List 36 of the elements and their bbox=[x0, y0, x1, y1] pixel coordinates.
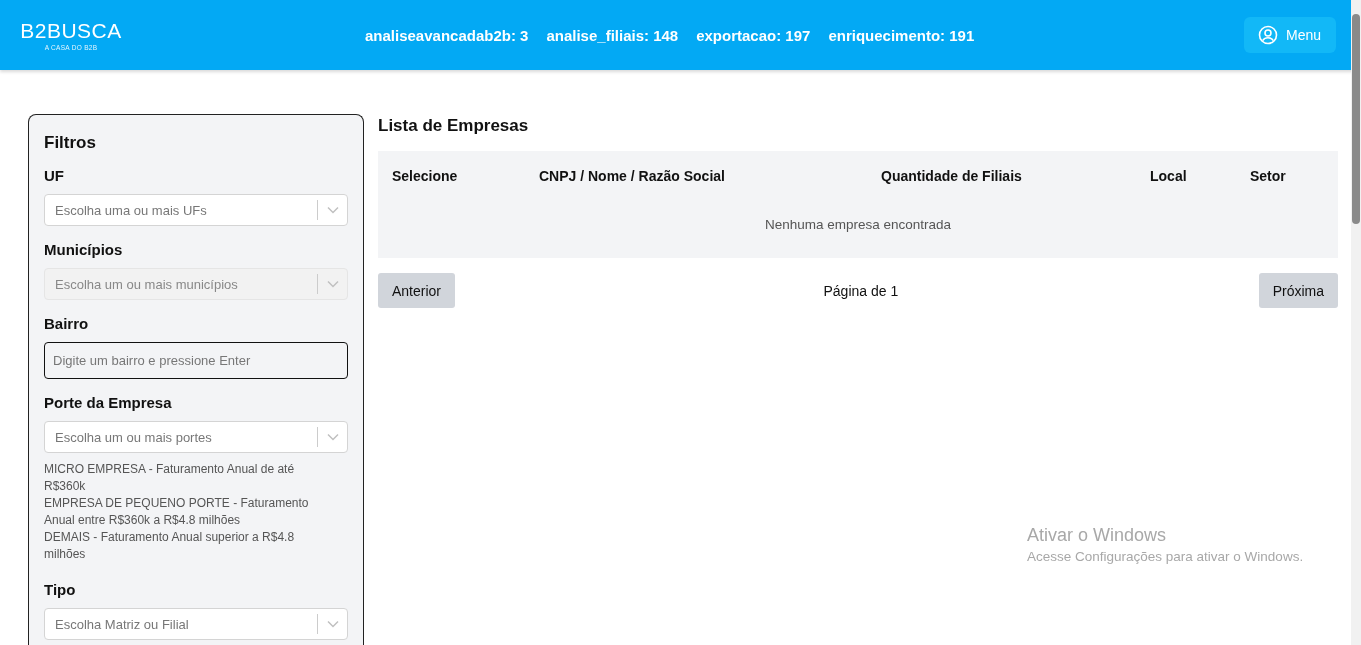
usage-counter: exportacao: 197 bbox=[696, 26, 811, 44]
usage-counter: enriquecimento: 191 bbox=[828, 26, 975, 44]
note-text: MICRO EMPRESA - Faturamento Anual de até R$360k bbox=[44, 461, 296, 495]
input-field[interactable]: Digite um bairro e pressione Enter bbox=[44, 342, 348, 379]
next-button[interactable]: Próxima bbox=[1258, 273, 1338, 308]
usage-counter: analise_filiais: 148 bbox=[546, 26, 679, 44]
select-field[interactable]: Escolha uma ou mais UFs bbox=[44, 194, 348, 226]
column-header: Quantidade de Filiais bbox=[881, 167, 1022, 185]
field-label: Bairro bbox=[44, 315, 90, 332]
page-label: Página de 1 bbox=[823, 282, 899, 299]
select-field[interactable]: Escolha um ou mais portes bbox=[44, 421, 348, 453]
select-field[interactable]: Escolha Matriz ou Filial bbox=[44, 608, 348, 640]
column-header: Selecione bbox=[392, 167, 458, 185]
logo: B2BUSCA bbox=[20, 19, 122, 42]
field-label: Porte da Empresa bbox=[44, 394, 173, 411]
empty-message: Nenhuma empresa encontrada bbox=[763, 217, 953, 232]
column-header: CNPJ / Nome / Razão Social bbox=[539, 167, 725, 185]
column-header: Local bbox=[1150, 167, 1187, 185]
chevron-down-icon bbox=[327, 433, 339, 441]
field-label: Municípios bbox=[44, 241, 124, 258]
chevron-down-icon bbox=[327, 280, 339, 288]
section-title: Lista de Empresas bbox=[378, 116, 530, 136]
previous-button[interactable]: Anterior bbox=[378, 273, 456, 308]
column-header: Setor bbox=[1250, 167, 1286, 185]
chevron-down-icon bbox=[327, 206, 339, 214]
chevron-down-icon bbox=[327, 620, 339, 628]
activation-text: Acesse Configurações para ativar o Windows. bbox=[1027, 549, 1304, 564]
panel-title: Filtros bbox=[44, 133, 97, 153]
activation-title: Ativar o Windows bbox=[1027, 525, 1168, 546]
field-label: Tipo bbox=[44, 581, 77, 598]
scrollbar[interactable] bbox=[1351, 0, 1361, 645]
note-text: DEMAIS - Faturamento Anual superior a R$4.8 milhões bbox=[44, 529, 296, 563]
note-text: EMPRESA DE PEQUENO PORTE - Faturamento Anual entre R$360k a R$4.8 milhões bbox=[44, 495, 310, 529]
usage-counter: analiseavancadab2b: 3 bbox=[365, 26, 529, 44]
user-icon bbox=[1257, 25, 1278, 45]
field-label: UF bbox=[44, 167, 65, 184]
